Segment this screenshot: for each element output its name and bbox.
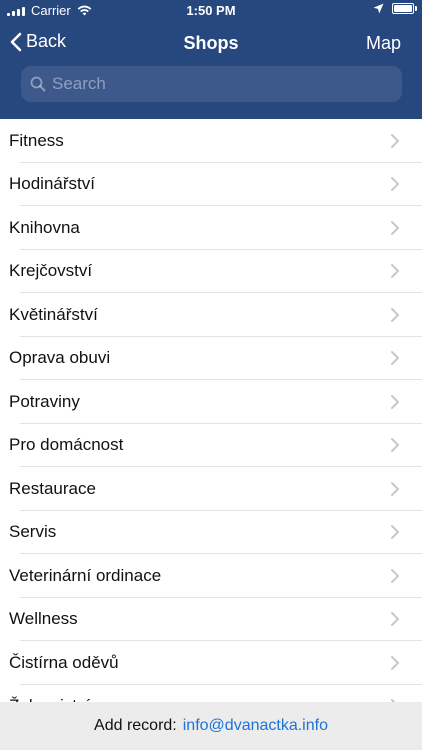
list-item[interactable]: Restaurace — [0, 467, 422, 511]
list-item[interactable]: Potraviny — [0, 380, 422, 424]
list-item-label: Čistírna oděvů — [9, 652, 119, 672]
chevron-right-icon — [391, 612, 399, 627]
magnifier-icon — [30, 76, 46, 92]
list-item-label: Fitness — [9, 130, 64, 150]
chevron-right-icon — [391, 394, 399, 409]
location-arrow-icon — [373, 3, 384, 14]
back-label: Back — [26, 31, 67, 51]
list-item-label: Veterinární ordinace — [9, 565, 162, 585]
chevron-left-icon — [10, 32, 22, 51]
chevron-right-icon — [391, 438, 399, 453]
list-item[interactable]: Čistírna oděvů — [0, 641, 422, 685]
list-item-label: Hodinářství — [9, 174, 95, 194]
list-item-label: Servis — [9, 522, 57, 542]
list-item-label: Oprava obuvi — [9, 348, 111, 368]
status-time: 1:50 PM — [186, 3, 236, 18]
chevron-right-icon — [391, 177, 399, 192]
footer-label: Add record: — [94, 717, 177, 734]
chevron-right-icon — [391, 525, 399, 540]
list-item[interactable]: Hodinářství — [0, 163, 422, 207]
list-item[interactable]: Wellness — [0, 598, 422, 642]
chevron-right-icon — [391, 307, 399, 322]
list-item[interactable]: Krejčovství — [0, 250, 422, 294]
back-button[interactable]: Back — [10, 31, 66, 52]
chevron-right-icon — [391, 264, 399, 279]
chevron-right-icon — [391, 481, 399, 496]
search-input[interactable] — [52, 74, 402, 94]
nav-bar: Back Shops Map — [0, 22, 422, 66]
chevron-right-icon — [391, 133, 399, 148]
list-item[interactable]: Veterinární ordinace — [0, 554, 422, 598]
list-item-label: Pro domácnost — [9, 435, 124, 455]
chevron-right-icon — [391, 220, 399, 235]
list-item[interactable]: Fitness — [0, 119, 422, 163]
list-item[interactable]: Pro domácnost — [0, 424, 422, 468]
list-item-label: Restaurace — [9, 478, 96, 498]
list-item[interactable]: Květinářství — [0, 293, 422, 337]
contact-email-link[interactable]: info@dvanactka.info — [183, 717, 328, 735]
list-item[interactable]: Oprava obuvi — [0, 337, 422, 381]
footer: Add record: info@dvanactka.info — [0, 702, 422, 750]
map-button[interactable]: Map — [366, 33, 401, 54]
search-bar[interactable] — [21, 66, 402, 102]
list-item[interactable]: Servis — [0, 511, 422, 555]
list-item-label: Potraviny — [9, 391, 80, 411]
category-list: Fitness Hodinářství Knihovna Krejčovství Kvě… — [0, 119, 422, 702]
header: Carrier 1:50 PM Back Shops Map — [0, 0, 422, 119]
list-item-label: Krejčovství — [9, 261, 93, 281]
chevron-right-icon — [391, 655, 399, 670]
list-item[interactable]: Železnictví — [0, 685, 422, 702]
list-item-label: Květinářství — [9, 304, 98, 324]
list-item-label: Wellness — [9, 609, 78, 629]
status-right — [373, 3, 417, 14]
status-bar: Carrier 1:50 PM — [0, 0, 422, 22]
list-item-label: Knihovna — [9, 217, 80, 237]
battery-icon — [392, 3, 417, 14]
chevron-right-icon — [391, 568, 399, 583]
list-item[interactable]: Knihovna — [0, 206, 422, 250]
chevron-right-icon — [391, 351, 399, 366]
